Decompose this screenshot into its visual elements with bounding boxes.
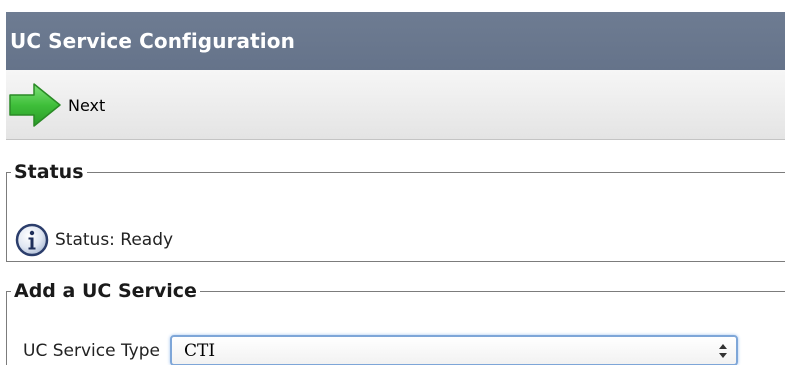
toolbar: Next — [6, 70, 785, 140]
next-button-label[interactable]: Next — [68, 96, 105, 115]
title-bar: UC Service Configuration — [6, 12, 785, 70]
status-legend: Status — [14, 161, 84, 183]
uc-service-type-row: UC Service Type CTI — [23, 335, 738, 365]
uc-service-type-label: UC Service Type — [23, 340, 160, 361]
next-button[interactable]: Next — [8, 82, 105, 128]
select-arrows-icon[interactable] — [718, 343, 728, 359]
uc-service-type-select[interactable]: CTI — [170, 335, 738, 365]
uc-service-configuration-page: UC Service Configuration Next Status Sta… — [0, 0, 785, 365]
add-uc-service-section: Add a UC Service UC Service Type CTI — [6, 280, 785, 365]
page-title: UC Service Configuration — [10, 29, 295, 53]
uc-service-type-selected-value[interactable]: CTI — [184, 341, 215, 361]
arrow-right-icon[interactable] — [8, 82, 62, 128]
status-row: Status: Ready — [15, 223, 173, 257]
status-section: Status Status: Ready — [6, 161, 785, 262]
add-uc-service-legend: Add a UC Service — [14, 280, 197, 302]
status-text: Status: Ready — [55, 230, 174, 250]
info-icon — [15, 223, 49, 257]
